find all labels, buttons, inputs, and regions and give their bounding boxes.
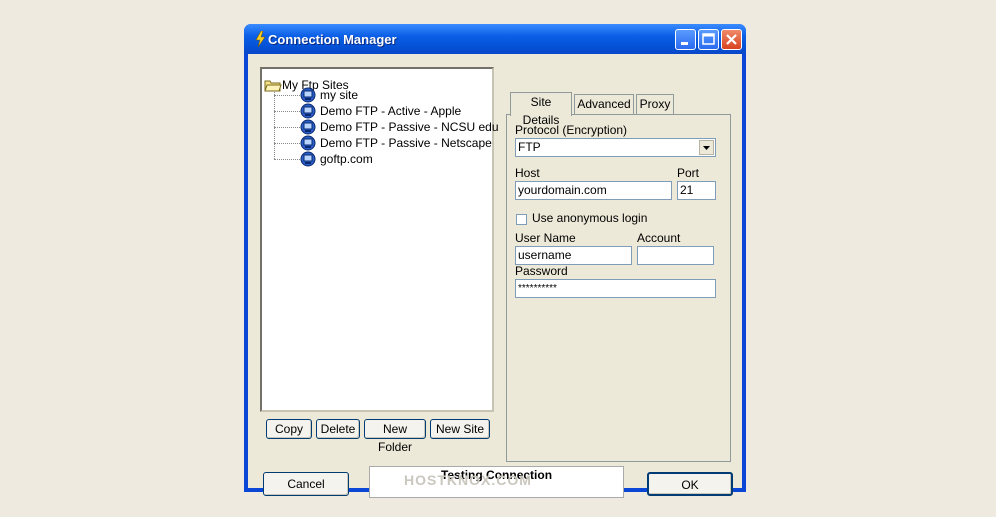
account-label: Account — [637, 231, 681, 245]
chevron-down-icon — [703, 146, 710, 150]
minimize-icon — [681, 42, 688, 45]
tree-connector — [274, 143, 302, 144]
site-details-panel: Protocol (Encryption) FTP Host Port your… — [506, 114, 731, 462]
connection-manager-window: Connection Manager My Ftp Sites my site … — [244, 24, 746, 498]
username-label: User Name — [515, 231, 576, 245]
protocol-select[interactable]: FTP — [515, 138, 716, 157]
title-bar[interactable]: Connection Manager — [244, 24, 746, 54]
new-folder-button[interactable]: New Folder — [364, 419, 426, 454]
password-label: Password — [515, 264, 568, 278]
tree-site-label: goftp.com — [320, 152, 373, 166]
ftp-sites-tree[interactable]: My Ftp Sites my site Demo FTP - Active -… — [260, 67, 499, 412]
computer-icon — [300, 135, 316, 151]
cancel-button[interactable]: Cancel — [263, 472, 349, 496]
computer-icon — [300, 103, 316, 119]
account-field[interactable] — [637, 246, 714, 265]
close-button[interactable] — [721, 29, 742, 50]
tab-site-details[interactable]: Site Details — [510, 92, 572, 127]
new-site-button[interactable]: New Site — [430, 419, 490, 439]
tree-site-label: Demo FTP - Passive - Netscape — [320, 136, 492, 150]
delete-button[interactable]: Delete — [316, 419, 360, 439]
close-icon — [726, 34, 737, 45]
tab-proxy[interactable]: Proxy — [636, 94, 674, 114]
tree-site-label: Demo FTP - Active - Apple — [320, 104, 462, 118]
tree-connector — [274, 127, 302, 128]
port-label: Port — [677, 166, 700, 180]
tree-connector — [274, 95, 302, 96]
minimize-button[interactable] — [675, 29, 696, 50]
computer-icon — [300, 87, 316, 103]
password-field[interactable]: ********** — [515, 279, 716, 298]
tree-site-label: Demo FTP - Passive - NCSU edu — [320, 120, 499, 134]
tab-advanced[interactable]: Advanced — [574, 94, 634, 114]
copy-button[interactable]: Copy — [266, 419, 312, 439]
maximize-button[interactable] — [698, 29, 719, 50]
lightning-icon — [255, 31, 266, 47]
host-field[interactable]: yourdomain.com — [515, 181, 672, 200]
anonymous-login-label: Use anonymous login — [532, 211, 648, 225]
dialog-body: My Ftp Sites my site Demo FTP - Active -… — [248, 54, 742, 498]
dropdown-button[interactable] — [699, 140, 714, 155]
protocol-value: FTP — [518, 140, 541, 154]
computer-icon — [300, 119, 316, 135]
anonymous-login-checkbox[interactable] — [516, 214, 527, 225]
watermark: HOSTKNOX.COM — [404, 472, 532, 488]
host-label: Host — [515, 166, 540, 180]
computer-icon — [300, 151, 316, 167]
window-title: Connection Manager — [268, 32, 397, 47]
username-field[interactable]: username — [515, 246, 632, 265]
tree-connector — [274, 159, 302, 160]
ok-button[interactable]: OK — [647, 472, 733, 496]
port-field[interactable]: 21 — [677, 181, 716, 200]
tree-site-label: my site — [320, 88, 359, 102]
folder-open-icon — [264, 80, 282, 92]
tree-connector — [274, 87, 275, 159]
tree-connector — [274, 111, 302, 112]
maximize-icon — [702, 33, 715, 45]
